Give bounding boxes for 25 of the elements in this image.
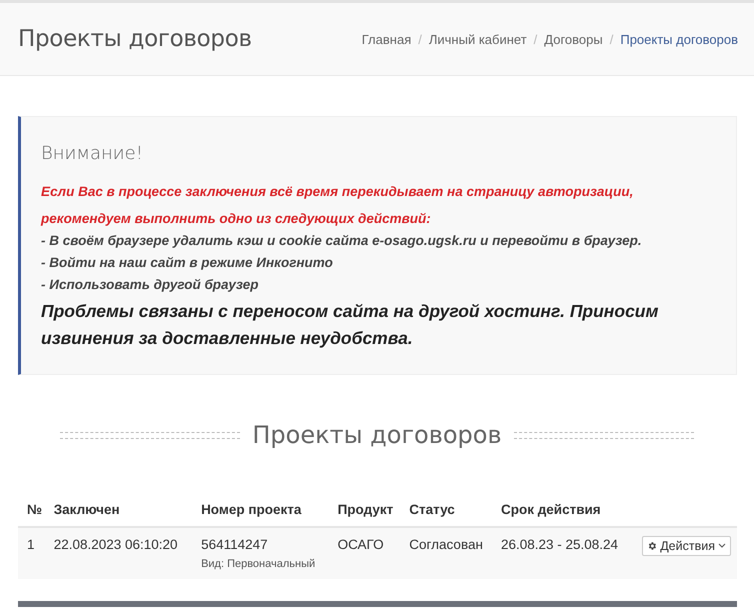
breadcrumb-link[interactable]: Главная xyxy=(362,32,412,46)
table-cell-text: Согласован xyxy=(409,537,484,552)
table-cell-text: 22.08.2023 06:10:20 xyxy=(54,537,179,552)
breadcrumb-link[interactable]: Личный кабинет xyxy=(428,32,527,46)
section-title: Проекты договоров xyxy=(252,421,502,449)
alert-text: Проблемы связаны с переносом сайта на другой хостинг. Приносим извинения за доставленные неудобства. xyxy=(41,300,660,350)
alert-text: Если Вас в процессе заключения всё время перекидывает на страницу авторизации, рекомендуем выполнить одно из следующих действий: xyxy=(41,183,634,228)
project-type: Вид: Первоначальный xyxy=(201,558,316,570)
alert-title: Внимание! xyxy=(41,143,144,164)
table-cell-text: 26.08.23 - 25.08.24 xyxy=(500,537,620,552)
breadcrumb-separator: / xyxy=(534,32,538,46)
table-cell-text: ОСАГО xyxy=(338,537,385,552)
table-cell-text: 1 xyxy=(27,537,36,552)
gear-icon xyxy=(647,541,658,551)
table-cell-text: 564114247 xyxy=(201,537,269,552)
alert-text: - В своём браузере удалить кэш и cookie сайта e-osago.ugsk.ru и перевойти в браузер. xyxy=(41,232,643,250)
actions-button[interactable]: Действия xyxy=(642,536,731,556)
breadcrumb-link[interactable]: Проекты договоров xyxy=(620,32,738,46)
alert-text: - Войти на наш сайт в режиме Инкогнито xyxy=(41,254,334,272)
alert-text: - Использовать другой браузер xyxy=(41,276,260,294)
breadcrumb-separator: / xyxy=(610,32,614,46)
breadcrumb-link[interactable]: Договоры xyxy=(544,32,603,46)
page-title: Проекты договоров xyxy=(18,26,252,52)
breadcrumb-separator: / xyxy=(418,32,422,46)
caret-icon xyxy=(718,543,726,549)
